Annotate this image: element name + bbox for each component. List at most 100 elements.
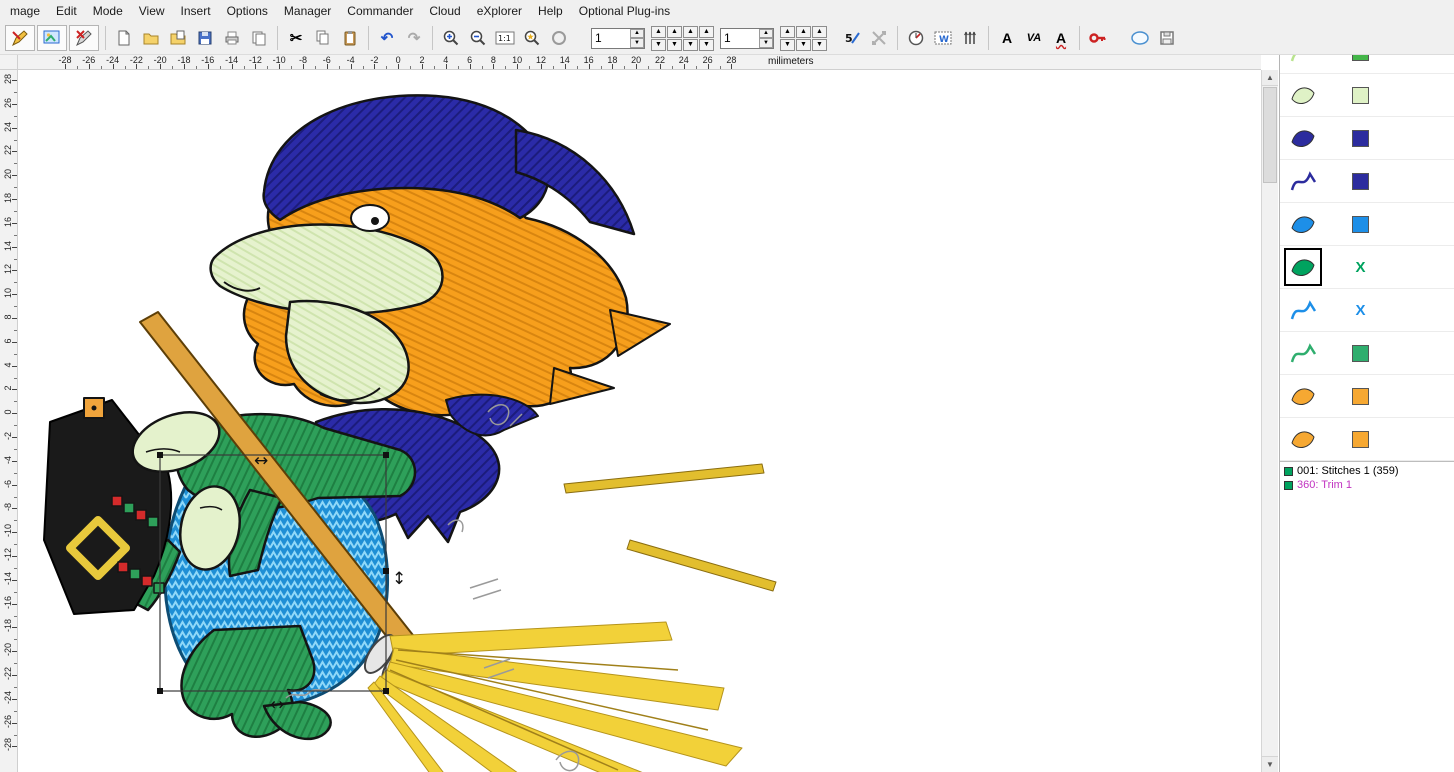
- layer-thumbnail[interactable]: [1286, 207, 1320, 241]
- layer-thumbnail[interactable]: [1286, 422, 1320, 456]
- spin-up-button[interactable]: ▲: [630, 29, 644, 39]
- new-file-button[interactable]: [111, 25, 137, 51]
- text-tool-button[interactable]: A: [994, 25, 1020, 51]
- layer-color-swatch[interactable]: [1352, 431, 1369, 448]
- balloon-button[interactable]: [1127, 25, 1153, 51]
- layer-row[interactable]: [1280, 203, 1454, 246]
- undo-button[interactable]: ↶: [374, 25, 400, 51]
- menu-item-optional-plug-ins[interactable]: Optional Plug-ins: [571, 1, 678, 21]
- scroll-down-button[interactable]: ▼: [1262, 756, 1278, 772]
- text-envelope-button[interactable]: A: [1048, 25, 1074, 51]
- layer-color-swatch[interactable]: [1352, 388, 1369, 405]
- layer-thumbnail[interactable]: [1286, 250, 1320, 284]
- stitch-length-button[interactable]: 5: [839, 25, 865, 51]
- print-button[interactable]: [219, 25, 245, 51]
- password-protect-button[interactable]: [1085, 25, 1111, 51]
- layer-color-swatch[interactable]: [1352, 173, 1369, 190]
- menu-item-commander[interactable]: Commander: [339, 1, 421, 21]
- sew-simulator-button[interactable]: W: [930, 25, 956, 51]
- layer-row[interactable]: [1280, 117, 1454, 160]
- layer-thumbnail[interactable]: [1286, 336, 1320, 370]
- color-nav-down-button[interactable]: ▼: [796, 39, 811, 51]
- scrollbar-thumb[interactable]: [1263, 87, 1277, 183]
- stitch-nav-up-button[interactable]: ▲: [683, 26, 698, 38]
- design-canvas[interactable]: ↔ ↕ ↔: [18, 70, 1261, 772]
- copy-button[interactable]: [310, 25, 336, 51]
- save-palette-button[interactable]: [1154, 25, 1180, 51]
- scroll-up-button[interactable]: ▲: [1262, 70, 1278, 86]
- menu-item-mage[interactable]: mage: [2, 1, 48, 21]
- zoom-actual-size-button[interactable]: 1:1: [492, 25, 518, 51]
- stitch-nav-up-button[interactable]: ▲: [699, 26, 714, 38]
- layer-row[interactable]: [1280, 418, 1454, 461]
- erase-tool-button[interactable]: [69, 25, 99, 51]
- menu-item-view[interactable]: View: [131, 1, 173, 21]
- canvas-vertical-scrollbar[interactable]: ▲ ▼: [1261, 70, 1278, 772]
- menu-item-options[interactable]: Options: [219, 1, 276, 21]
- selection-handle[interactable]: [157, 688, 163, 694]
- embroidery-design-svg[interactable]: ↔ ↕ ↔: [18, 70, 1261, 772]
- resize-horizontal-icon[interactable]: ↔: [270, 695, 284, 715]
- selection-handle[interactable]: [383, 568, 389, 574]
- selection-handle[interactable]: [157, 452, 163, 458]
- paste-button[interactable]: [337, 25, 363, 51]
- menu-item-insert[interactable]: Insert: [173, 1, 219, 21]
- spin-down-button[interactable]: ▼: [630, 38, 644, 48]
- stitch-nav-down-button[interactable]: ▼: [651, 39, 666, 51]
- menu-item-mode[interactable]: Mode: [85, 1, 131, 21]
- layer-color-swatch[interactable]: [1352, 130, 1369, 147]
- layer-row[interactable]: X: [1280, 246, 1454, 289]
- menu-item-help[interactable]: Help: [530, 1, 571, 21]
- layer-thumbnail[interactable]: [1286, 121, 1320, 155]
- stitch-nav-down-button[interactable]: ▼: [683, 39, 698, 51]
- measure-button[interactable]: [903, 25, 929, 51]
- layer-row[interactable]: [1280, 55, 1454, 74]
- spin-up-button[interactable]: ▲: [759, 29, 773, 39]
- hoop-ellipse-button[interactable]: [546, 25, 572, 51]
- import-design-button[interactable]: [165, 25, 191, 51]
- layer-thumbnail[interactable]: [1286, 293, 1320, 327]
- save-button[interactable]: [192, 25, 218, 51]
- selection-handle[interactable]: [383, 688, 389, 694]
- stitch-list-item[interactable]: 360: Trim 1: [1282, 478, 1454, 492]
- layer-thumbnail[interactable]: [1286, 379, 1320, 413]
- redo-button[interactable]: ↷: [401, 25, 427, 51]
- color-nav-down-button[interactable]: ▼: [780, 39, 795, 51]
- stitch-nav-down-button[interactable]: ▼: [667, 39, 682, 51]
- layer-color-swatch[interactable]: [1352, 216, 1369, 233]
- spin-down-button[interactable]: ▼: [759, 38, 773, 48]
- witch-design[interactable]: [44, 95, 776, 772]
- color-nav-up-button[interactable]: ▲: [796, 26, 811, 38]
- layer-thumbnail[interactable]: [1286, 164, 1320, 198]
- print-preview-button[interactable]: [246, 25, 272, 51]
- menu-item-manager[interactable]: Manager: [276, 1, 339, 21]
- layer-row[interactable]: [1280, 74, 1454, 117]
- editor-tool-button[interactable]: [5, 25, 35, 51]
- stitch-nav-down-button[interactable]: ▼: [699, 39, 714, 51]
- menu-item-explorer[interactable]: eXplorer: [469, 1, 530, 21]
- density-button[interactable]: [957, 25, 983, 51]
- layer-row[interactable]: [1280, 375, 1454, 418]
- resize-horizontal-icon[interactable]: ↔: [254, 451, 268, 471]
- zoom-in-button[interactable]: [438, 25, 464, 51]
- zoom-options-button[interactable]: [519, 25, 545, 51]
- layer-thumbnail[interactable]: [1286, 78, 1320, 112]
- color-nav-down-button[interactable]: ▼: [812, 39, 827, 51]
- layer-color-swatch[interactable]: [1352, 87, 1369, 104]
- stitch-nav-up-button[interactable]: ▲: [667, 26, 682, 38]
- swap-direction-button[interactable]: [866, 25, 892, 51]
- image-tool-button[interactable]: [37, 25, 67, 51]
- menu-item-edit[interactable]: Edit: [48, 1, 85, 21]
- selection-handle[interactable]: [383, 452, 389, 458]
- layer-color-x-mark[interactable]: X: [1352, 259, 1369, 276]
- layer-row[interactable]: [1280, 160, 1454, 203]
- zoom-out-button[interactable]: [465, 25, 491, 51]
- menu-item-cloud[interactable]: Cloud: [421, 1, 468, 21]
- resize-vertical-icon[interactable]: ↕: [392, 569, 406, 589]
- color-nav-up-button[interactable]: ▲: [780, 26, 795, 38]
- cut-button[interactable]: ✂: [283, 25, 309, 51]
- color-nav-up-button[interactable]: ▲: [812, 26, 827, 38]
- stitch-list-item[interactable]: 001: Stitches 1 (359): [1282, 464, 1454, 478]
- layer-color-swatch[interactable]: [1352, 55, 1369, 61]
- open-file-button[interactable]: [138, 25, 164, 51]
